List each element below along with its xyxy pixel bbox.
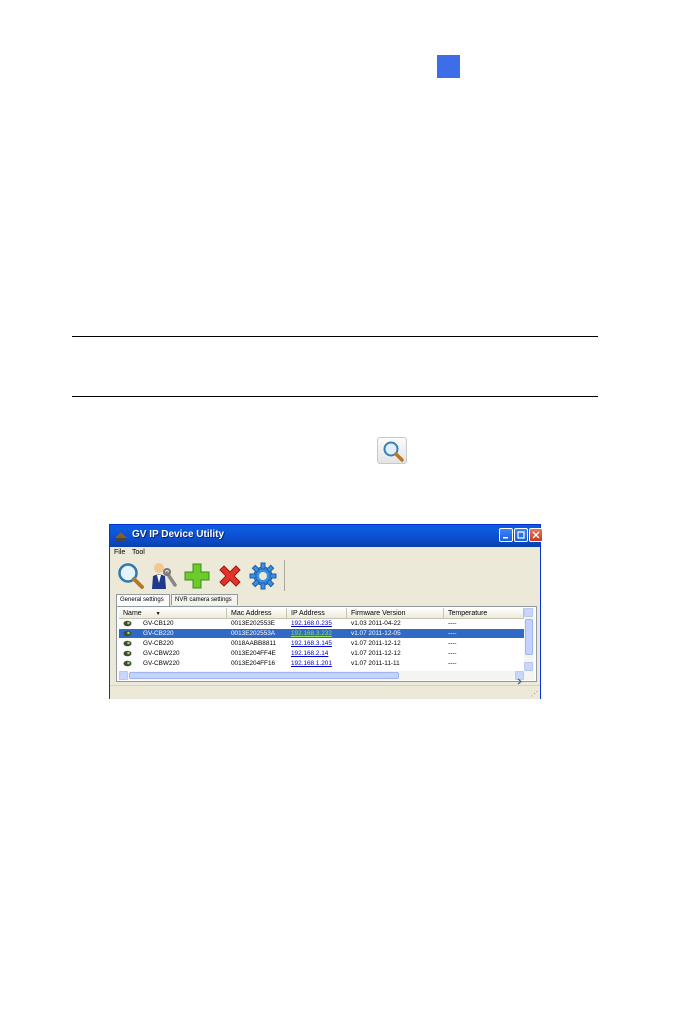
window-title: GV IP Device Utility (132, 529, 225, 540)
cell-firmware: v1.07 2011-12-12 (351, 650, 401, 657)
gear-icon[interactable] (248, 561, 278, 591)
vertical-scrollbar[interactable] (524, 608, 534, 675)
column-header-temperature[interactable]: Temperature (444, 608, 524, 619)
table-row[interactable]: GV-CBW220 0013E204FF16 192.168.1.201 v1.07 … (119, 659, 524, 668)
table-row[interactable]: GV-CB120 0013E202553E 192.168.0.235 v1.03 2… (119, 619, 524, 628)
camera-icon (123, 660, 132, 667)
scroll-right-button[interactable] (515, 671, 524, 685)
cell-temperature: ---- (448, 660, 457, 667)
column-header-firmware[interactable]: Firmware Version (347, 608, 444, 619)
cell-temperature: ---- (448, 640, 457, 647)
user-settings-icon[interactable] (149, 561, 179, 591)
sort-arrow-icon: ▼ (155, 611, 161, 617)
cell-name: GV-CBW220 (143, 660, 180, 667)
camera-icon (123, 630, 132, 637)
add-icon[interactable] (182, 561, 212, 591)
cell-firmware: v1.03 2011-04-22 (351, 620, 401, 627)
close-button[interactable] (529, 528, 543, 542)
cell-mac: 0013E202553A (231, 630, 276, 637)
cell-firmware: v1.07 2011-11-11 (351, 660, 400, 667)
vertical-scroll-thumb[interactable] (525, 619, 533, 655)
delete-icon[interactable] (215, 561, 245, 591)
cell-temperature: ---- (448, 650, 457, 657)
column-header-name[interactable]: Name ▼ (119, 608, 227, 619)
cell-firmware: v1.07 2011-12-12 (351, 640, 401, 647)
title-bar[interactable]: GV IP Device Utility (110, 525, 543, 547)
camera-icon (123, 650, 132, 657)
minimize-button[interactable] (499, 528, 513, 542)
cell-firmware: v1.07 2011-12-05 (351, 630, 401, 637)
cell-name: GV-CB220 (143, 640, 174, 647)
cell-ip-link[interactable]: 192.168.1.201 (291, 659, 332, 668)
toolbar (112, 560, 285, 591)
search-icon[interactable] (116, 561, 146, 591)
cell-name: GV-CB220 (143, 630, 174, 637)
cell-temperature: ---- (448, 620, 457, 627)
scroll-up-button[interactable] (524, 608, 533, 617)
search-icon (377, 437, 407, 464)
column-header-mac[interactable]: Mac Address (227, 608, 287, 619)
scroll-left-button[interactable] (119, 671, 128, 680)
table-row[interactable]: GV-CB220 0018AABB8811 192.168.3.145 v1.07 2… (119, 639, 524, 648)
cell-mac: 0013E204FF16 (231, 660, 276, 667)
maximize-button[interactable] (514, 528, 528, 542)
camera-icon (123, 640, 132, 647)
camera-icon (123, 620, 132, 627)
tab-general-settings[interactable]: General settings (116, 594, 170, 606)
cell-ip-link[interactable]: 192.168.2.14 (291, 649, 328, 658)
cell-temperature: ---- (448, 630, 457, 637)
bottom-rule (72, 396, 598, 397)
horizontal-scroll-thumb[interactable] (129, 672, 399, 679)
top-rule (72, 336, 598, 337)
device-list: Name ▼ Mac Address IP Address Firmware V… (119, 608, 524, 671)
cell-name: GV-CB120 (143, 620, 174, 627)
cell-mac: 0018AABB8811 (231, 640, 277, 647)
app-icon (115, 532, 127, 541)
resize-grip-icon[interactable]: ⋰ (531, 690, 538, 698)
cell-name: GV-CBW220 (143, 650, 180, 657)
page-marker (437, 55, 460, 78)
menu-file[interactable]: File (114, 549, 125, 556)
menu-tool[interactable]: Tool (132, 549, 145, 556)
menu-bar: File Tool (110, 547, 540, 559)
cell-ip-link[interactable]: 192.168.0.235 (291, 619, 332, 628)
app-window: GV IP Device Utility File Tool General s… (109, 524, 543, 699)
status-bar: ⋰ (110, 685, 540, 699)
horizontal-scrollbar[interactable] (119, 671, 534, 685)
cell-mac: 0013E204FF4E (231, 650, 276, 657)
tab-nvr-camera-settings[interactable]: NVR camera settings (171, 594, 238, 605)
cell-mac: 0013E202553E (231, 620, 276, 627)
column-header-ip[interactable]: IP Address (287, 608, 347, 619)
scroll-down-button[interactable] (524, 662, 533, 675)
cell-ip-link[interactable]: 192.168.3.232 (291, 629, 332, 638)
device-panel: Name ▼ Mac Address IP Address Firmware V… (116, 606, 537, 685)
cell-ip-link[interactable]: 192.168.3.145 (291, 639, 332, 648)
table-row[interactable]: GV-CBW220 0013E204FF4E 192.168.2.14 v1.07 2… (119, 649, 524, 658)
table-row[interactable]: GV-CB220 0013E202553A 192.168.3.232 v1.07 2… (119, 629, 524, 638)
